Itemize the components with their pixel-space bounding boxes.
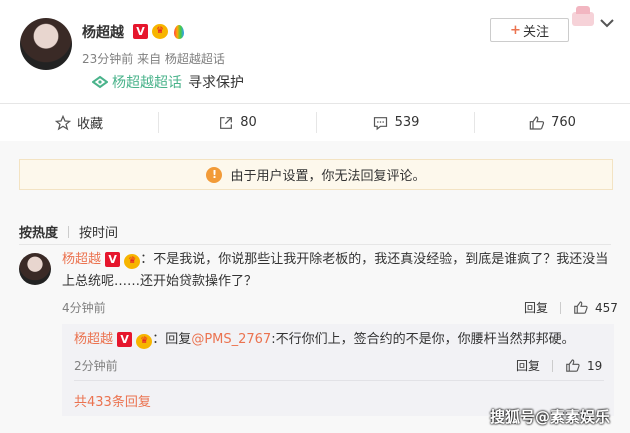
watermark: 搜狐号@素素娱乐 <box>490 408 611 426</box>
post-body: 杨超越超话 寻求保护 <box>92 72 244 92</box>
tab-hot[interactable]: 按热度 <box>19 222 58 241</box>
verified-v-icon: V <box>133 24 148 39</box>
crown-icon: ♛ <box>124 254 141 269</box>
like-button[interactable]: 760 <box>475 104 630 141</box>
like-icon <box>529 115 545 130</box>
comment-like-count: 457 <box>595 300 618 315</box>
like-icon[interactable] <box>573 300 589 315</box>
more-replies-link[interactable]: 共433条回复 <box>74 391 151 410</box>
decoration-image <box>566 2 602 32</box>
tabs-underline <box>19 244 611 245</box>
favorite-button[interactable]: 收藏 <box>0 104 158 141</box>
reply-prefix: ：回复 <box>152 332 192 347</box>
supertopic-link[interactable]: 杨超越超话 <box>112 72 182 92</box>
verified-v-icon: V <box>117 332 133 347</box>
warning-icon: ! <box>206 166 223 183</box>
crown-icon: ♛ <box>152 24 168 39</box>
comment-reply-button[interactable]: 回复 <box>524 299 548 316</box>
repost-icon <box>220 116 233 129</box>
follow-label: 关注 <box>522 24 549 40</box>
repost-count: 80 <box>240 115 257 130</box>
reply-divider <box>74 380 604 381</box>
notice-text: 由于用户设置，你无法回复评论。 <box>230 169 426 184</box>
reply-text: :不行你们上，签合约的不是你，你腰杆当然邦邦硬。 <box>271 332 575 347</box>
comment-avatar[interactable] <box>19 253 51 285</box>
comment-content: 杨超越 V ♛ ：不是我说，你说那些让我开除老板的，我还真没经验，到底是谁疯了？我… <box>62 249 614 293</box>
star-icon <box>54 114 71 130</box>
repost-button[interactable]: 80 <box>159 104 316 141</box>
supertopic-icon <box>92 75 108 89</box>
post-text: 寻求保护 <box>188 75 244 91</box>
action-divider <box>552 359 554 372</box>
sort-tabs: 按热度 按时间 <box>19 222 118 241</box>
plus-icon: + <box>510 22 521 38</box>
comment-count: 539 <box>394 115 420 130</box>
comment-time: 4分钟前 <box>62 301 106 315</box>
follow-button[interactable]: + 关注 <box>490 18 569 42</box>
balloon-icon <box>174 25 184 39</box>
post-time[interactable]: 23分钟前 <box>82 52 133 66</box>
like-icon[interactable] <box>565 358 581 373</box>
author-avatar[interactable] <box>20 18 72 70</box>
reply-time: 2分钟前 <box>74 359 118 373</box>
author-name[interactable]: 杨超越 <box>82 22 124 42</box>
post-source[interactable]: 来自 杨超越超话 <box>137 52 225 66</box>
tab-divider <box>68 225 70 238</box>
comment-actions: 回复 457 <box>524 299 618 316</box>
reply-author[interactable]: 杨超越 <box>74 332 113 347</box>
reply-reply-button[interactable]: 回复 <box>516 357 540 374</box>
reply-disabled-notice: ! 由于用户设置，你无法回复评论。 <box>19 159 613 190</box>
comment-icon <box>373 116 387 130</box>
reply-mention[interactable]: @PMS_2767 <box>191 332 271 347</box>
reply-like-count: 19 <box>587 358 603 373</box>
like-count: 760 <box>551 115 576 130</box>
reply-content: 杨超越 V ♛ ：回复@PMS_2767:不行你们上，签合约的不是你，你腰杆当然邦… <box>74 329 604 351</box>
action-toolbar: 收藏 80 539 760 <box>0 104 630 141</box>
crown-icon: ♛ <box>136 334 153 349</box>
comment-text: ：不是我说，你说那些让我开除老板的，我还真没经验，到底是谁疯了？我还没当上总统呢… <box>62 252 609 289</box>
action-divider <box>560 301 562 314</box>
post-meta: 23分钟前 来自 杨超越超话 <box>82 50 225 67</box>
favorite-label: 收藏 <box>76 117 103 132</box>
comment-button[interactable]: 539 <box>317 104 474 141</box>
tab-time[interactable]: 按时间 <box>79 222 118 241</box>
reply-actions: 回复 19 <box>516 357 602 374</box>
verified-v-icon: V <box>105 252 121 267</box>
comment-author[interactable]: 杨超越 <box>62 252 101 267</box>
chevron-down-icon[interactable] <box>600 19 614 28</box>
